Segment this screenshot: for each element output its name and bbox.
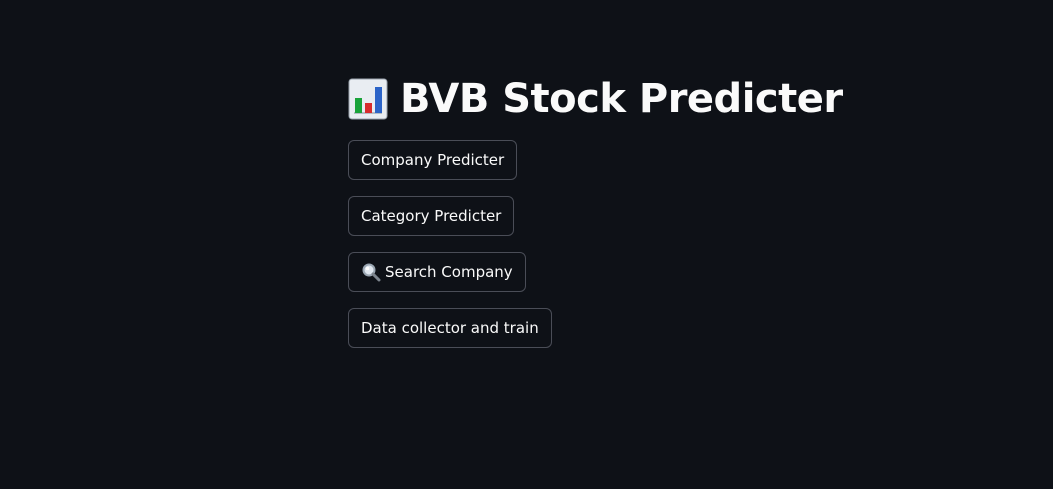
- search-company-label: Search Company: [385, 263, 513, 281]
- app-root: BVB Stock Predicter Company Predicter Ca…: [0, 0, 1053, 489]
- search-button-row: Search Company: [348, 252, 808, 308]
- category-predicter-label: Category Predicter: [361, 207, 502, 225]
- search-company-button[interactable]: Search Company: [348, 252, 526, 292]
- data-button-row: Data collector and train: [348, 308, 808, 364]
- main-content: BVB Stock Predicter Company Predicter Ca…: [348, 70, 843, 364]
- company-predicter-label: Company Predicter: [361, 151, 505, 169]
- data-collector-label: Data collector and train: [361, 319, 539, 337]
- data-collector-button[interactable]: Data collector and train: [348, 308, 552, 348]
- company-button-row: Company Predicter: [348, 140, 808, 196]
- company-predicter-button[interactable]: Company Predicter: [348, 140, 518, 180]
- category-predicter-button[interactable]: Category Predicter: [348, 196, 515, 236]
- page-title-text: BVB Stock Predicter: [400, 76, 843, 122]
- magnifying-glass-icon: [362, 263, 381, 282]
- category-button-row: Category Predicter: [348, 196, 808, 252]
- page-title: BVB Stock Predicter: [348, 70, 843, 128]
- bar-chart-icon: [348, 78, 388, 120]
